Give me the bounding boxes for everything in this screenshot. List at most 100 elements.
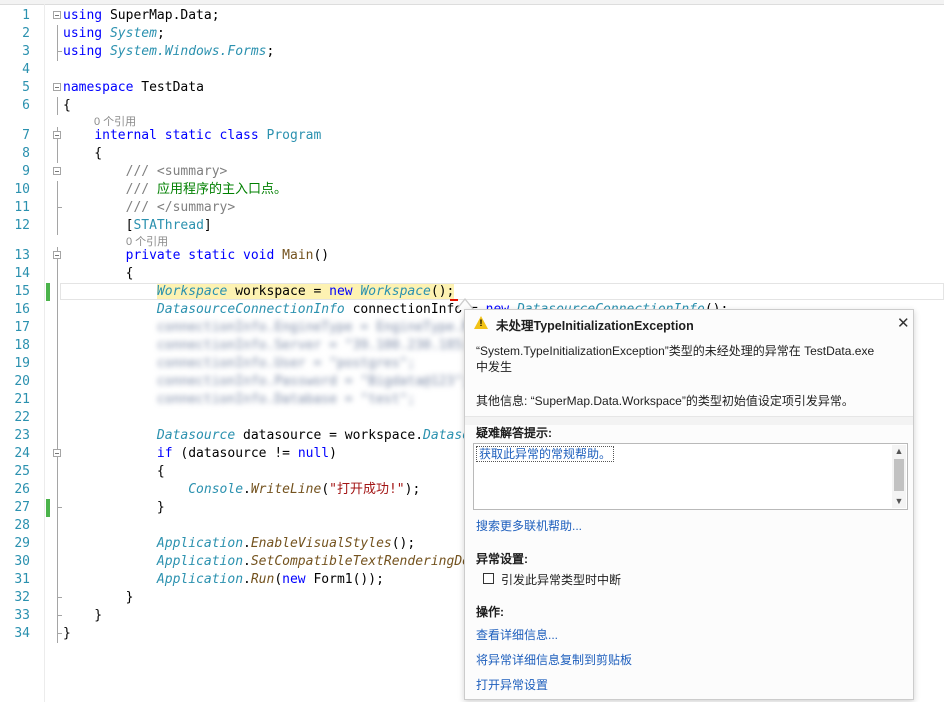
- code-line[interactable]: 7 internal static class Program: [0, 127, 944, 145]
- close-icon[interactable]: ✕: [897, 314, 910, 332]
- code-line[interactable]: 3 using System.Windows.Forms;: [0, 43, 944, 61]
- line-number: 19: [14, 356, 30, 371]
- code-text[interactable]: connectionInfo.Password = "Bigdata@123";: [63, 373, 470, 391]
- line-number: 28: [14, 518, 30, 533]
- line-number: 5: [22, 80, 30, 95]
- break-on-exception-label[interactable]: 引发此异常类型时中断: [501, 571, 621, 588]
- code-text[interactable]: {: [63, 265, 134, 283]
- code-line[interactable]: 8 {: [0, 145, 944, 163]
- line-number: 23: [14, 428, 30, 443]
- line-number: 20: [14, 374, 30, 389]
- collapse-icon[interactable]: [53, 131, 61, 139]
- code-line[interactable]: 11 /// </summary>: [0, 199, 944, 217]
- code-text[interactable]: /// 应用程序的主入口点。: [63, 181, 287, 199]
- line-number: 21: [14, 392, 30, 407]
- tips-scrollbar[interactable]: ▲ ▼: [892, 445, 906, 508]
- scroll-down-icon[interactable]: ▼: [892, 495, 906, 508]
- other-info: 其他信息: “SuperMap.Data.Workspace”的类型初始值设定项…: [476, 394, 854, 408]
- code-text[interactable]: internal static class Program: [63, 127, 321, 145]
- line-number: 33: [14, 608, 30, 623]
- line-number: 8: [22, 146, 30, 161]
- code-text[interactable]: using System.Windows.Forms;: [63, 43, 274, 61]
- exception-message: “System.TypeInitializationException”类型的未…: [476, 344, 875, 374]
- line-number: 16: [14, 302, 30, 317]
- fold-guide: [57, 337, 58, 355]
- line-number: 13: [14, 248, 30, 263]
- break-on-exception-checkbox[interactable]: [483, 573, 494, 584]
- code-text[interactable]: {: [63, 145, 102, 163]
- scroll-up-icon[interactable]: ▲: [892, 445, 906, 458]
- code-text[interactable]: /// <summary>: [63, 163, 228, 181]
- scroll-thumb[interactable]: [894, 459, 904, 491]
- line-number: 17: [14, 320, 30, 335]
- fold-guide: [57, 25, 58, 43]
- code-line[interactable]: 10 /// 应用程序的主入口点。: [0, 181, 944, 199]
- code-line[interactable]: 5 namespace TestData: [0, 79, 944, 97]
- exception-popup: ! 未处理TypeInitializationException ✕ “Syst…: [464, 309, 914, 700]
- fold-guide: [57, 589, 62, 607]
- fold-guide: [57, 43, 62, 61]
- fold-guide: [57, 499, 62, 517]
- fold-guide: [57, 217, 58, 235]
- collapse-icon[interactable]: [53, 167, 61, 175]
- code-text[interactable]: Application.EnableVisualStyles();: [63, 535, 415, 553]
- code-text[interactable]: connectionInfo.Database = "test";: [63, 391, 415, 409]
- code-text[interactable]: }: [63, 625, 71, 643]
- reference-count-main[interactable]: 0 个引用: [126, 233, 168, 249]
- editor-top-strip: [0, 0, 944, 5]
- fold-guide: [57, 481, 58, 499]
- line-number: 11: [14, 200, 30, 215]
- fold-guide: [57, 553, 58, 571]
- code-line[interactable]: 2 using System;: [0, 25, 944, 43]
- code-line[interactable]: 14 {: [0, 265, 944, 283]
- collapse-icon[interactable]: [53, 83, 61, 91]
- tips-item-general-help[interactable]: 获取此异常的常规帮助。: [476, 446, 615, 462]
- code-line[interactable]: 13 private static void Main(): [0, 247, 944, 265]
- code-text[interactable]: private static void Main(): [63, 247, 330, 265]
- fold-guide: [57, 319, 58, 337]
- line-number: 4: [22, 62, 30, 77]
- open-exception-settings-link[interactable]: 打开异常设置: [476, 676, 548, 693]
- code-text[interactable]: using SuperMap.Data;: [63, 7, 220, 25]
- code-text[interactable]: Console.WriteLine("打开成功!");: [63, 481, 420, 499]
- code-text[interactable]: connectionInfo.Server = "39.100.230.185:…: [63, 337, 517, 355]
- line-number: 12: [14, 218, 30, 233]
- tips-list[interactable]: 获取此异常的常规帮助。 ▲ ▼: [473, 443, 908, 510]
- view-details-link[interactable]: 查看详细信息...: [476, 626, 558, 643]
- line-number: 25: [14, 464, 30, 479]
- line-number: 3: [22, 44, 30, 59]
- code-text[interactable]: }: [63, 499, 165, 517]
- code-text[interactable]: using System;: [63, 25, 165, 43]
- collapse-icon[interactable]: [53, 251, 61, 259]
- actions-heading: 操作:: [476, 605, 504, 619]
- line-number: 27: [14, 500, 30, 515]
- code-text[interactable]: {: [63, 463, 165, 481]
- code-text[interactable]: }: [63, 589, 134, 607]
- code-line[interactable]: 6{: [0, 97, 944, 115]
- line-number: 9: [22, 164, 30, 179]
- code-text[interactable]: Application.Run(new Form1());: [63, 571, 384, 589]
- fold-guide: [57, 97, 58, 115]
- line-number: 31: [14, 572, 30, 587]
- code-line[interactable]: 9 /// <summary>: [0, 163, 944, 181]
- line-number: 22: [14, 410, 30, 425]
- fold-guide: [57, 181, 58, 199]
- fold-guide: [57, 145, 58, 163]
- reference-count-class[interactable]: 0 个引用: [94, 113, 136, 129]
- code-line[interactable]: 1 using SuperMap.Data;: [0, 7, 944, 25]
- code-text[interactable]: if (datasource != null): [63, 445, 337, 463]
- line-number: 14: [14, 266, 30, 281]
- code-text[interactable]: {: [63, 97, 71, 115]
- fold-guide: [57, 607, 62, 625]
- copy-details-link[interactable]: 将异常详细信息复制到剪贴板: [476, 651, 632, 668]
- code-text[interactable]: namespace TestData: [63, 79, 204, 97]
- code-text[interactable]: }: [63, 607, 102, 625]
- code-line[interactable]: 4: [0, 61, 944, 79]
- code-text[interactable]: connectionInfo.User = "postgres";: [63, 355, 415, 373]
- code-text[interactable]: Workspace workspace = new Workspace();: [63, 283, 455, 301]
- fold-guide: [57, 517, 58, 535]
- search-online-help-link[interactable]: 搜索更多联机帮助...: [476, 517, 582, 534]
- code-text[interactable]: /// </summary>: [63, 199, 236, 217]
- collapse-icon[interactable]: [53, 449, 61, 457]
- collapse-icon[interactable]: [53, 11, 61, 19]
